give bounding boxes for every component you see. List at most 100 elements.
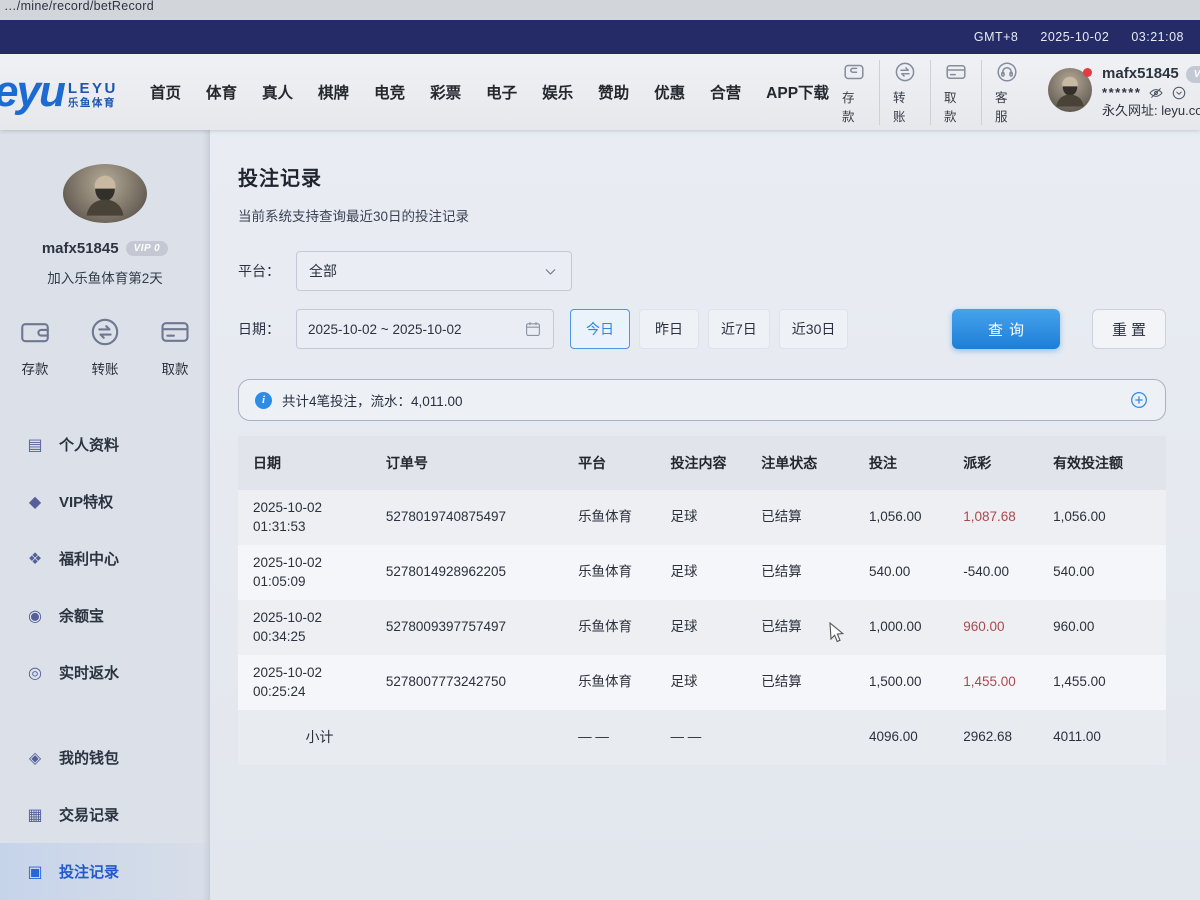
table-body: 2025-10-0201:31:535278019740875497乐鱼体育足球… [238, 490, 1166, 710]
expand-plus-icon[interactable] [1129, 390, 1149, 410]
platform-cell: 乐鱼体育 [578, 673, 670, 691]
main-navbar: eyu LEYU 乐鱼体育 首页 体育 真人 棋牌 电竞 彩票 电子 娱乐 赞助 优惠 合营 APP下… [0, 54, 1200, 130]
time-text: 00:34:25 [253, 628, 386, 646]
quick-action-support[interactable]: 客服 [981, 60, 1032, 125]
nav-item[interactable]: 首页 [150, 81, 181, 103]
bet-cell: 1,000.00 [869, 618, 963, 636]
money-bag-icon: ◉ [25, 606, 45, 626]
quick-action-deposit[interactable]: 存款 [829, 60, 879, 125]
subtotal-bet: 4096.00 [869, 728, 963, 746]
sidebar-quick-deposit[interactable]: 存款 [18, 315, 52, 378]
wallet-icon [18, 315, 52, 349]
quick-action-label: 存款 [842, 87, 866, 125]
nav-item[interactable]: 棋牌 [318, 81, 349, 103]
payout-cell: 1,455.00 [963, 673, 1053, 691]
sidebar-quick-label: 存款 [22, 358, 49, 378]
rebate-icon: ◎ [25, 663, 45, 683]
payout-cell: -540.00 [963, 563, 1053, 581]
sidebar-item-label: VIP特权 [59, 491, 113, 512]
transactions-icon: ▦ [25, 805, 45, 825]
bet-records-icon: ▣ [25, 862, 45, 882]
nav-item[interactable]: 优惠 [654, 81, 685, 103]
date-cell: 2025-10-0201:31:53 [253, 499, 386, 535]
sidebar-item-yuebao[interactable]: ◉ 余额宝 [0, 587, 210, 644]
eye-off-icon[interactable] [1148, 85, 1164, 101]
payout-cell: 960.00 [963, 618, 1053, 636]
range-button[interactable]: 昨日 [639, 309, 699, 349]
sidebar-item-welfare[interactable]: ❖福利中心 [0, 530, 210, 587]
nav-item[interactable]: 真人 [262, 81, 293, 103]
page-subtitle: 当前系统支持查询最近30日的投注记录 [238, 205, 1166, 225]
browser-url-bar: …/mine/record/betRecord [0, 0, 1200, 20]
transfer-icon [88, 315, 122, 349]
subtotal-label: 小计 [253, 728, 386, 747]
leyu-logo[interactable]: eyu LEYU 乐鱼体育 [0, 71, 146, 113]
query-button[interactable]: 查询 [952, 309, 1060, 349]
browser-url-text: …/mine/record/betRecord [0, 0, 154, 13]
quick-action-label: 取款 [944, 87, 968, 125]
sidebar-item-label: 投注记录 [59, 861, 119, 882]
sidebar-quick-transfer[interactable]: 转账 [88, 315, 122, 378]
valid-bet-cell: 1,056.00 [1053, 508, 1151, 526]
valid-bet-cell: 540.00 [1053, 563, 1151, 581]
avatar[interactable] [1048, 68, 1092, 112]
sidebar-item-vip[interactable]: ◆ VIP特权 [0, 473, 210, 530]
sidebar-item-wallet[interactable]: ◈我的钱包 [0, 729, 210, 786]
sidebar-item-profile[interactable]: ▤个人资料 [0, 416, 210, 473]
sidebar-quick-label: 转账 [92, 358, 119, 378]
date-range-input[interactable]: 2025-10-02 ~ 2025-10-02 [296, 309, 554, 349]
user-block: mafx51845 VIP 0 ****** 永久网址: leyu.com [1048, 64, 1200, 119]
sidebar-item-label: 余额宝 [59, 605, 104, 626]
range-button[interactable]: 近30日 [779, 309, 849, 349]
date-text: 2025-10-02 [253, 609, 386, 627]
vip-diamond-icon: ◆ [25, 492, 45, 512]
date-filter-row: 日期： 2025-10-02 ~ 2025-10-02 今日昨日近7日近30日 … [238, 309, 1166, 349]
sidebar-item-label: 实时返水 [59, 662, 119, 683]
profile-avatar[interactable] [63, 164, 147, 223]
platform-filter-row: 平台： 全部 [238, 251, 1166, 291]
nav-item[interactable]: 赞助 [598, 81, 629, 103]
status-cell: 已结算 [761, 673, 869, 691]
nav-item[interactable]: 彩票 [430, 81, 461, 103]
sidebar-item-label: 个人资料 [59, 434, 119, 455]
notification-dot-icon [1083, 68, 1092, 77]
sidebar-menu: ▤个人资料 ◆ VIP特权 ❖福利中心 ◉ 余额宝 ◎ 实时返水 ◈我的钱包▦交易记录 ▣ 投注记录 [0, 416, 210, 900]
nav-menu: 首页 体育 真人 棋牌 电竞 彩票 电子 娱乐 赞助 优惠 合营 APP下载 [150, 81, 829, 103]
range-button[interactable]: 近7日 [708, 309, 770, 349]
date-text: 2025-10-02 [253, 554, 386, 572]
page-title: 投注记录 [238, 162, 1166, 191]
content-cell: 足球 [671, 618, 762, 636]
logo-script-text: eyu [0, 71, 64, 113]
column-header: 订单号 [386, 436, 578, 490]
logo-cn-text: 乐鱼体育 [68, 97, 118, 109]
time-text: 01:05:09 [253, 573, 386, 591]
sidebar-quick-withdraw[interactable]: 取款 [158, 315, 192, 378]
status-cell: 已结算 [761, 563, 869, 581]
sidebar-item-transactions[interactable]: ▦交易记录 [0, 786, 210, 843]
nav-item[interactable]: 娱乐 [542, 81, 573, 103]
valid-bet-cell: 960.00 [1053, 618, 1151, 636]
sidebar-item-rebate[interactable]: ◎ 实时返水 [0, 644, 210, 701]
nav-item[interactable]: 合营 [710, 81, 741, 103]
nav-item[interactable]: 电子 [486, 81, 517, 103]
platform-select[interactable]: 全部 [296, 251, 572, 291]
chevron-down-circle-icon[interactable] [1171, 85, 1187, 101]
support-headset-icon [995, 60, 1019, 84]
date-cell: 2025-10-0200:34:25 [253, 609, 386, 645]
quick-action-withdraw[interactable]: 取款 [930, 60, 981, 125]
range-button[interactable]: 今日 [570, 309, 630, 349]
nav-item[interactable]: APP下载 [766, 81, 829, 103]
withdraw-card-icon [158, 315, 192, 349]
quick-action-transfer[interactable]: 转账 [879, 60, 930, 125]
nav-item[interactable]: 电竞 [374, 81, 405, 103]
date-text: 2025-10-02 [253, 499, 386, 517]
reset-button[interactable]: 重置 [1092, 309, 1166, 349]
payout-cell: 1,087.68 [963, 508, 1053, 526]
nav-item[interactable]: 体育 [206, 81, 237, 103]
date-text: 2025-10-02 [253, 664, 386, 682]
sidebar-item-bet-records[interactable]: ▣ 投注记录 [0, 843, 210, 900]
column-header: 注单状态 [761, 436, 869, 490]
permanent-url-label: 永久网址: leyu.com [1102, 103, 1200, 120]
timezone-label: GMT+8 [974, 30, 1019, 44]
sidebar-item-label: 我的钱包 [59, 747, 119, 768]
